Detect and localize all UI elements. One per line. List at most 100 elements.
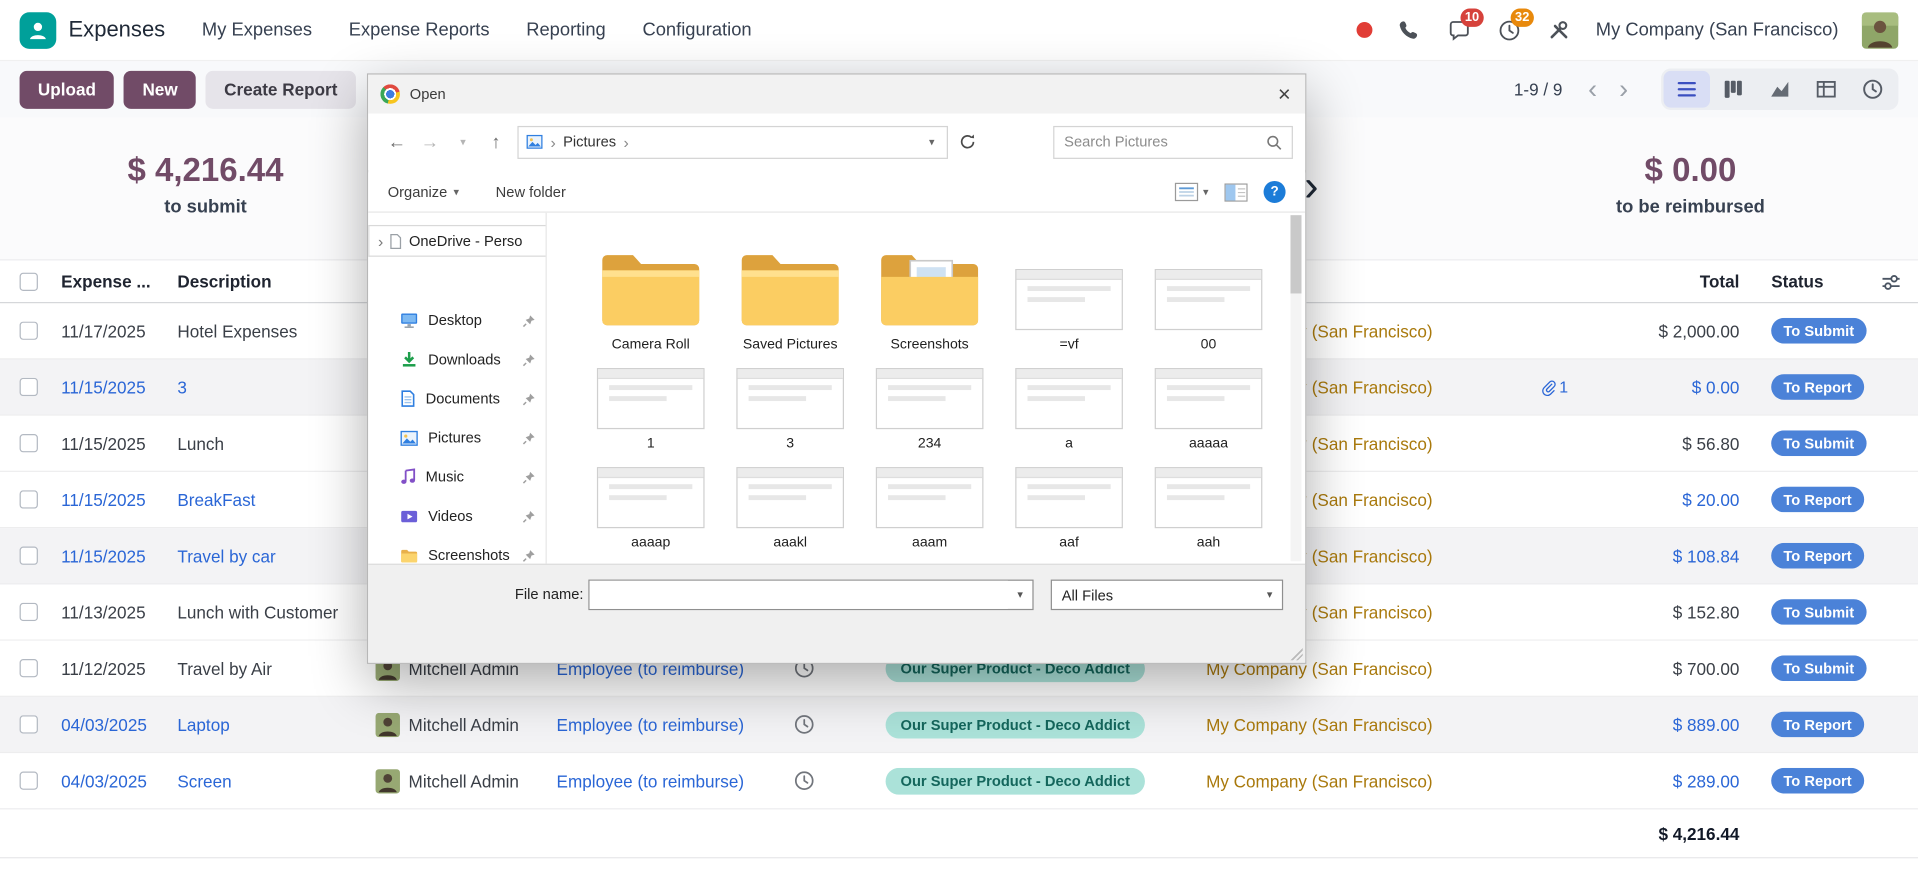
sidebar-item-pictures[interactable]: Pictures	[368, 418, 545, 457]
search-input[interactable]	[1064, 133, 1267, 151]
dialog-titlebar[interactable]: Open ×	[368, 74, 1306, 114]
table-row[interactable]: 04/03/2025 Laptop Mitchell Admin Employee (…	[0, 696, 1918, 754]
folder-item[interactable]: Screenshots	[860, 227, 999, 352]
cell-activity[interactable]	[763, 770, 844, 791]
activities-icon[interactable]: 32	[1495, 7, 1535, 44]
activity-view-button[interactable]	[1849, 71, 1895, 108]
create-report-button[interactable]: Create Report	[205, 70, 356, 109]
menu-reporting[interactable]: Reporting	[526, 20, 606, 41]
image-item[interactable]: aaaap	[581, 467, 720, 550]
kanban-view-button[interactable]	[1710, 71, 1756, 108]
row-checkbox[interactable]	[19, 377, 38, 397]
sidebar-item-documents[interactable]: Documents	[368, 379, 545, 418]
forward-icon[interactable]: →	[413, 131, 446, 152]
image-item[interactable]: 00	[1139, 227, 1278, 352]
file-label: =vf	[1059, 337, 1079, 353]
search-box	[1053, 125, 1293, 159]
record-indicator-icon[interactable]	[1356, 22, 1372, 38]
new-folder-button[interactable]: New folder	[496, 183, 566, 200]
cell-employee: Mitchell Admin	[362, 768, 545, 793]
view-mode-icon[interactable]: ▾	[1175, 182, 1209, 202]
select-all-checkbox[interactable]	[19, 272, 38, 291]
image-item[interactable]: aaakl	[720, 467, 859, 550]
history-chevron-icon[interactable]: ▾	[446, 135, 479, 148]
row-checkbox[interactable]	[19, 321, 38, 340]
image-item[interactable]: 234	[860, 368, 999, 451]
file-name-label: File name:	[514, 585, 584, 603]
row-checkbox[interactable]	[19, 715, 38, 734]
company-switcher[interactable]: My Company (San Francisco)	[1596, 20, 1839, 41]
sidebar-item-screenshots[interactable]: Screenshots	[368, 536, 545, 564]
row-checkbox[interactable]	[19, 659, 38, 678]
pin-icon	[522, 548, 535, 562]
pivot-view-button[interactable]	[1803, 71, 1849, 108]
graph-view-button[interactable]	[1757, 71, 1803, 108]
expenses-app-icon[interactable]	[19, 11, 57, 49]
sidebar-item-music[interactable]: Music	[368, 457, 545, 496]
sidebar-item-videos[interactable]: Videos	[368, 496, 545, 535]
image-item[interactable]: aah	[1139, 467, 1278, 550]
header-expense-date[interactable]: Expense ...	[49, 271, 166, 291]
sidebar-item-downloads[interactable]: Downloads	[368, 340, 545, 379]
image-item[interactable]: =vf	[999, 227, 1138, 352]
main-menu: My Expenses Expense Reports Reporting Confi…	[202, 20, 752, 41]
row-checkbox[interactable]	[19, 434, 38, 453]
cell-company: My Company (San Francisco)	[1206, 714, 1433, 735]
expander-icon[interactable]: ›	[378, 232, 383, 250]
pin-icon	[522, 509, 535, 523]
help-icon[interactable]: ?	[1263, 180, 1286, 203]
new-button[interactable]: New	[124, 70, 197, 109]
search-icon[interactable]	[1266, 134, 1282, 150]
tools-icon[interactable]	[1546, 17, 1573, 44]
table-row[interactable]: 04/03/2025 Screen Mitchell Admin Employee (…	[0, 753, 1918, 810]
refresh-icon[interactable]	[952, 133, 984, 150]
messages-icon[interactable]: 10	[1445, 7, 1485, 44]
back-icon[interactable]: ←	[380, 131, 413, 152]
row-checkbox[interactable]	[19, 546, 38, 565]
folder-item[interactable]: Saved Pictures	[720, 227, 859, 352]
cell-activity[interactable]	[763, 714, 844, 735]
resize-grip[interactable]	[1289, 646, 1303, 661]
file-name-input[interactable]	[589, 580, 1008, 609]
user-avatar[interactable]	[1861, 11, 1899, 49]
address-bar[interactable]: › Pictures › ▾	[517, 125, 948, 159]
file-label: aah	[1196, 535, 1221, 551]
topbar: Expenses My Expenses Expense Reports Repor…	[0, 0, 1918, 62]
menu-expense-reports[interactable]: Expense Reports	[349, 20, 490, 41]
header-status[interactable]: Status	[1764, 271, 1899, 291]
image-item[interactable]: 3	[720, 368, 859, 451]
image-item[interactable]: a	[999, 368, 1138, 451]
row-checkbox[interactable]	[19, 771, 38, 790]
file-type-select[interactable]: All Files ▾	[1050, 579, 1284, 611]
address-path-segment[interactable]: Pictures	[563, 133, 616, 150]
menu-my-expenses[interactable]: My Expenses	[202, 20, 312, 41]
upload-button[interactable]: Upload	[19, 70, 115, 109]
preview-pane-icon[interactable]	[1224, 182, 1248, 202]
optional-columns-icon[interactable]	[1881, 273, 1901, 293]
menu-configuration[interactable]: Configuration	[642, 20, 751, 41]
pager-previous-icon[interactable]: ‹	[1577, 75, 1608, 103]
scrollbar-thumb[interactable]	[1290, 215, 1302, 294]
image-item[interactable]: aaam	[860, 467, 999, 550]
row-checkbox[interactable]	[19, 602, 38, 622]
pager-next-icon[interactable]: ›	[1608, 75, 1639, 103]
image-item[interactable]: aaaaa	[1139, 368, 1278, 451]
image-item[interactable]: aaf	[999, 467, 1138, 550]
file-grid: Camera Roll Saved Pictures Screenshots =vf 0…	[547, 227, 1305, 550]
header-total[interactable]: Total	[1578, 271, 1747, 291]
image-item[interactable]: 1	[581, 368, 720, 451]
phone-icon[interactable]	[1395, 17, 1422, 44]
address-dropdown-icon[interactable]: ▾	[924, 135, 939, 148]
close-icon[interactable]: ×	[1264, 75, 1306, 114]
sidebar-item-label: Screenshots	[428, 546, 510, 564]
file-name-dropdown-icon[interactable]: ▾	[1008, 581, 1032, 609]
folder-item[interactable]: Camera Roll	[581, 227, 720, 352]
up-icon[interactable]: ↑	[479, 131, 512, 152]
header-description[interactable]: Description	[166, 271, 362, 291]
row-checkbox[interactable]	[19, 490, 38, 509]
sidebar-item-onedrive[interactable]: › OneDrive - Perso	[368, 224, 546, 257]
sidebar-item-desktop[interactable]: Desktop	[368, 301, 545, 340]
organize-button[interactable]: Organize ▾	[388, 183, 459, 200]
list-view-button[interactable]	[1663, 70, 1711, 108]
scrollbar[interactable]	[1290, 215, 1302, 562]
